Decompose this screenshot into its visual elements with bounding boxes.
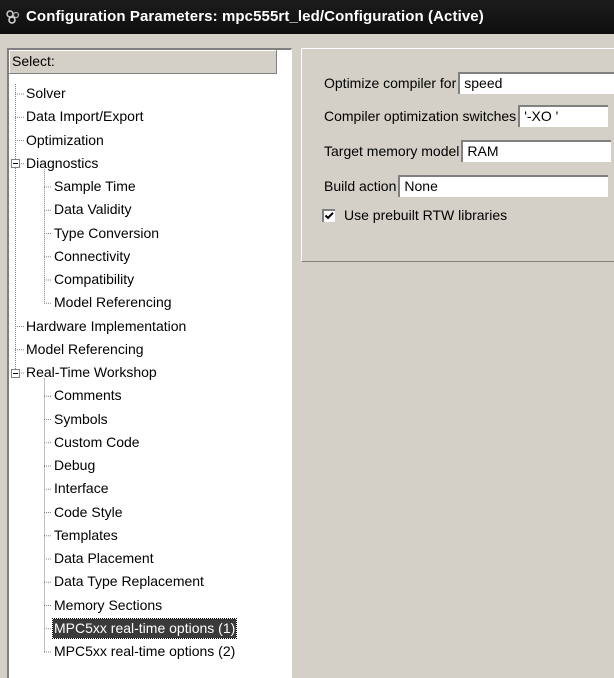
tree-item[interactable]: Model Referencing: [53, 293, 173, 312]
optimize-compiler-row: Optimize compiler for speed: [324, 71, 614, 95]
tree-item[interactable]: Sample Time: [53, 177, 137, 196]
collapse-icon[interactable]: [11, 159, 20, 169]
tree-item[interactable]: Connectivity: [53, 247, 131, 266]
checkmark-icon: [324, 211, 334, 219]
tree-item[interactable]: Type Conversion: [53, 224, 160, 243]
target-memory-row: Target memory model RAM: [324, 139, 612, 163]
tree-item[interactable]: Real-Time Workshop: [25, 363, 158, 382]
tree-item[interactable]: Data Placement: [53, 549, 155, 568]
prebuilt-rtw-row[interactable]: Use prebuilt RTW libraries: [322, 207, 507, 223]
build-action-label: Build action: [324, 178, 397, 194]
tree-item[interactable]: Diagnostics: [25, 154, 99, 173]
tree-item[interactable]: Compatibility: [53, 270, 135, 289]
prebuilt-rtw-label: Use prebuilt RTW libraries: [344, 207, 508, 223]
optimize-compiler-select[interactable]: speed: [458, 72, 614, 94]
window-title: Configuration Parameters: mpc555rt_led/C…: [26, 8, 484, 25]
gear-cluster-icon: [6, 10, 20, 24]
build-action-select[interactable]: None: [398, 175, 609, 197]
tree-item[interactable]: Debug: [53, 456, 96, 475]
tree-item[interactable]: Custom Code: [53, 433, 141, 452]
dialog-body: Select: Solver Data Import/Export Optimiza…: [0, 34, 614, 678]
build-action-row: Build action None: [324, 174, 609, 198]
parameter-panel: Optimize compiler for speed Compiler opt…: [301, 48, 614, 262]
prebuilt-rtw-checkbox[interactable]: [322, 208, 335, 222]
category-tree[interactable]: Select: Solver Data Import/Export Optimiza…: [7, 48, 292, 678]
tree-item[interactable]: Hardware Implementation: [25, 317, 187, 336]
compiler-switches-row: Compiler optimization switches '-XO ': [324, 104, 609, 128]
tree-item[interactable]: Comments: [53, 386, 123, 405]
tree-item[interactable]: Solver: [25, 84, 67, 103]
tree-item[interactable]: Data Validity: [53, 200, 133, 219]
compiler-switches-label: Compiler optimization switches: [324, 108, 517, 124]
tree-item[interactable]: Data Import/Export: [25, 107, 145, 126]
title-bar: Configuration Parameters: mpc555rt_led/C…: [0, 0, 614, 34]
tree-item[interactable]: Symbols: [53, 410, 109, 429]
tree-item[interactable]: Data Type Replacement: [53, 572, 205, 591]
tree-item[interactable]: MPC5xx real-time options (2): [53, 642, 236, 661]
target-memory-select[interactable]: RAM: [461, 140, 612, 162]
tree-item[interactable]: Optimization: [25, 131, 105, 150]
tree-item[interactable]: Memory Sections: [53, 596, 163, 615]
optimize-compiler-label: Optimize compiler for: [324, 75, 457, 91]
tree-item[interactable]: Code Style: [53, 503, 123, 522]
target-memory-label: Target memory model: [324, 143, 460, 159]
tree-item[interactable]: Model Referencing: [25, 340, 145, 359]
tree-item[interactable]: Templates: [53, 526, 119, 545]
tree-item[interactable]: Interface: [53, 479, 109, 498]
tree-item[interactable]: MPC5xx real-time options (1): [51, 617, 238, 639]
compiler-switches-input[interactable]: '-XO ': [518, 105, 609, 127]
collapse-icon[interactable]: [11, 368, 20, 378]
